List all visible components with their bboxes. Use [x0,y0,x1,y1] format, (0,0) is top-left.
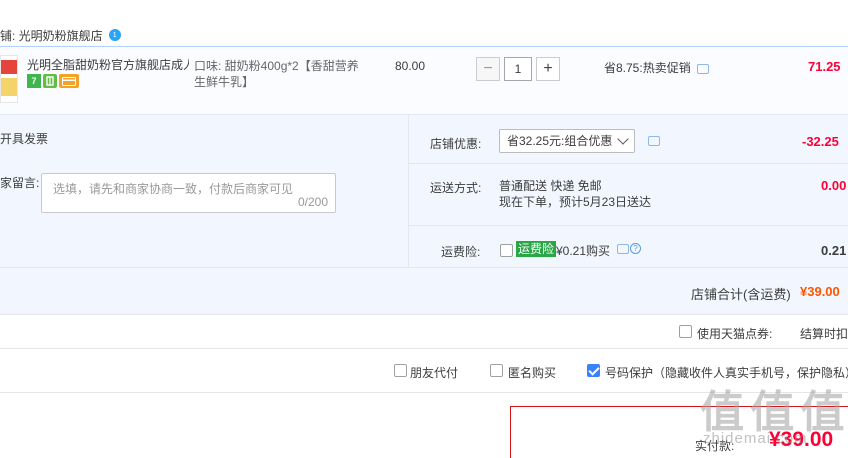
product-title[interactable]: 光明全脂甜奶粉官方旗舰店成人... [27,58,189,72]
coupon-select[interactable]: 省32.25元:组合优惠 [499,129,635,153]
insurance-price: ¥0.21购买 [556,244,611,258]
product-thumbnail[interactable] [0,55,18,103]
service-icons: 7 [27,74,79,88]
divider [408,115,409,267]
chat-icon[interactable] [696,64,709,74]
promo-text: 省8.75:热卖促销 [604,59,709,76]
use-points-checkbox[interactable] [679,325,692,338]
number-protect-checkbox[interactable] [587,364,600,377]
product-spec: 口味: 甜奶粉400g*2【香甜营养生鲜牛乳】 [194,59,359,89]
shipping-amount: 0.00 [821,178,847,193]
note-label: 家留言: [0,176,40,190]
divider [408,163,848,164]
seven-day-return-icon[interactable]: 7 [27,74,41,88]
store-total-value: ¥39.00 [800,284,840,299]
chat-icon[interactable] [648,136,660,146]
seller-note-input[interactable]: 选填，请先和商家协商一致，付款后商家可见 0/200 [41,173,336,213]
quantity-decrease-button[interactable]: − [476,57,500,81]
site-watermark-url: zhidemai.com [703,430,808,447]
quantity-stepper: − 1 + [476,57,560,81]
quantity-input[interactable]: 1 [504,57,532,81]
store-name[interactable]: 铺: 光明奶粉旗舰店 [0,27,103,44]
shipping-label: 运送方式: [430,181,482,195]
insurance-checkbox[interactable] [500,244,513,257]
credit-card-icon[interactable] [59,74,79,88]
cart-item-row: 光明全脂甜奶粉官方旗舰店成人... 口味: 甜奶粉400g*2【香甜营养生鲜牛乳… [0,46,848,114]
anonymous-label[interactable]: 匿名购买 [508,364,556,381]
divider [408,225,848,226]
insurance-tag: 运费险 [516,241,557,257]
insurance-amount: 0.21 [821,243,847,258]
store-badge-icon: 1 [108,29,121,41]
friend-pay-checkbox[interactable] [394,364,407,377]
points-deduct-note: 结算时扣除 [800,327,848,341]
insurance-label: 运费险: [441,245,481,259]
store-header: 铺: 光明奶粉旗舰店 1 [0,24,121,46]
shipping-method-line: 普通配送 快递 免邮 [499,179,602,193]
order-options-panel: 开具发票 家留言: 选填，请先和商家协商一致，付款后商家可见 0/200 店铺优… [0,114,848,314]
note-placeholder: 选填，请先和商家协商一致，付款后商家可见 [53,182,294,196]
help-icon[interactable]: ? [630,243,641,254]
promo-label: 省8.75:热卖促销 [604,61,691,75]
quantity-increase-button[interactable]: + [536,57,560,81]
coupon-selected-value: 省32.25元:组合优惠 [507,134,613,148]
coupon-label: 店铺优惠: [430,137,482,151]
anonymous-checkbox[interactable] [490,364,503,377]
store-total-row: 店铺合计(含运费) ¥39.00 [0,267,848,315]
shipping-eta: 现在下单，预计5月23日送达 [499,195,652,209]
friend-pay-label[interactable]: 朋友代付 [410,364,458,381]
points-row: 使用天猫点券: 结算时扣除 [0,314,848,348]
item-subtotal: 71.25 [808,59,841,74]
store-total-label: 店铺合计(含运费) [691,287,791,302]
note-char-count: 0/200 [297,195,328,209]
guarantee-icon[interactable] [43,74,57,88]
use-points-label[interactable]: 使用天猫点券: [697,325,772,342]
unit-price: 80.00 [395,59,426,73]
chat-icon[interactable] [617,244,629,254]
invoice-label[interactable]: 开具发票 [0,130,48,147]
chevron-down-icon [617,133,629,145]
coupon-amount: -32.25 [802,134,839,149]
shipping-method: 普通配送 快递 免邮 现在下单，预计5月23日送达 [499,178,651,210]
